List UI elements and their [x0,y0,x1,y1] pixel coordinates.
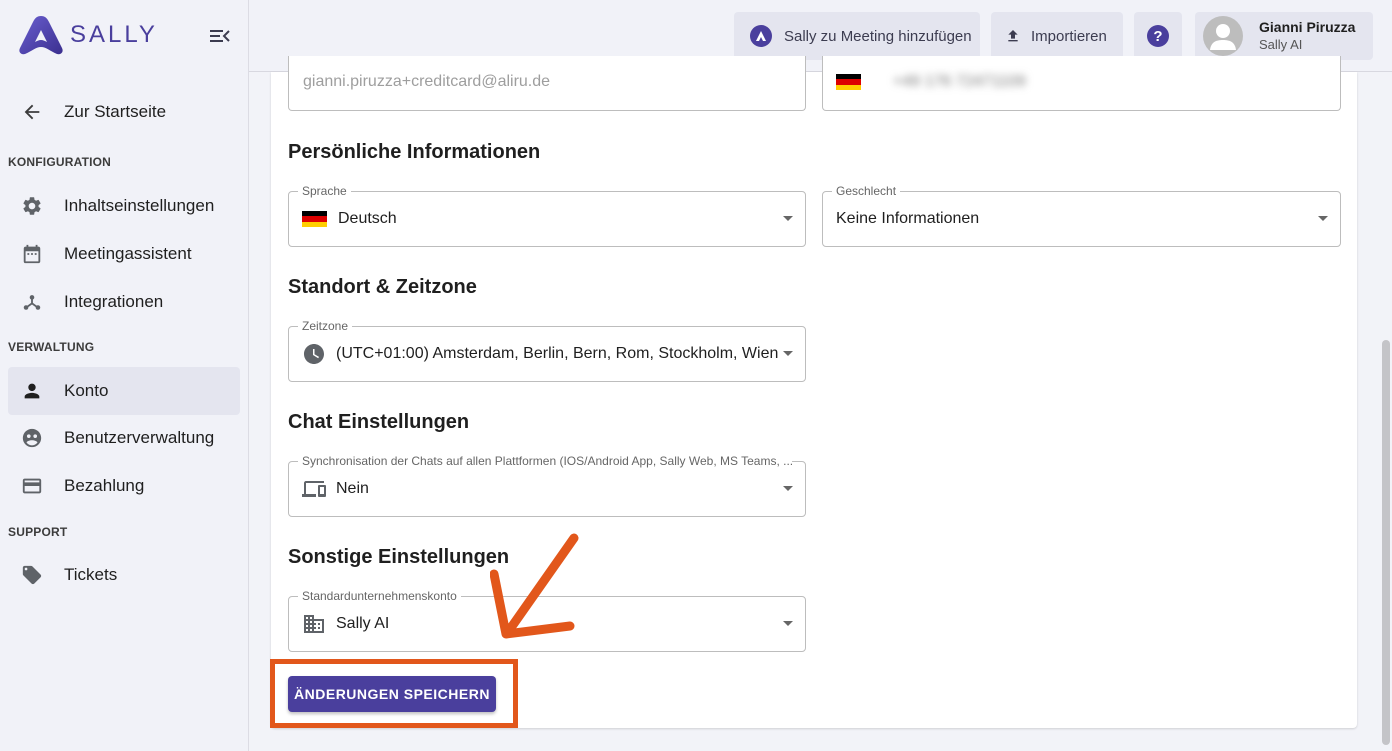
chat-sync-label: Synchronisation der Chats auf allen Plat… [298,454,792,468]
tag-icon [8,564,56,586]
sidebar-item-integrationen[interactable]: Integrationen [8,279,240,325]
sidebar-item-label: Tickets [64,565,118,584]
arrow-back-icon [8,101,56,123]
add-to-meeting-button[interactable]: Sally zu Meeting hinzufügen [734,12,980,60]
language-value: Deutsch [338,210,397,227]
dropdown-arrow-icon [1318,216,1328,221]
back-to-home-link[interactable]: Zur Startseite [8,89,240,135]
person-icon [8,380,56,402]
sidebar-item-label: Benutzerverwaltung [64,428,215,447]
import-button[interactable]: Importieren [991,12,1123,60]
chat-sync-value: Nein [336,480,369,497]
dropdown-arrow-icon [783,351,793,356]
sidebar-item-konto[interactable]: Konto [8,367,240,415]
language-label: Sprache [298,184,351,198]
clock-icon [302,342,326,366]
timezone-value: (UTC+01:00) Amsterdam, Berlin, Bern, Rom… [336,345,779,362]
phone-field[interactable]: +49 176 72471109 [822,56,1341,111]
section-support: SUPPORT [8,525,68,539]
sidebar-item-label: Inhaltseinstellungen [64,196,215,215]
default-company-account-value: Sally AI [336,615,390,632]
sally-badge-icon [750,25,772,47]
sidebar-item-label: Konto [64,381,109,400]
highlight-box [270,659,518,728]
sidebar-item-tickets[interactable]: Tickets [8,552,240,598]
user-name: Gianni Piruzza [1259,19,1356,36]
sidebar-item-label: Integrationen [64,292,164,311]
dropdown-arrow-icon [783,486,793,491]
timezone-label: Zeitzone [298,319,353,333]
section-title-personal: Persönliche Informationen [288,141,541,163]
section-verwaltung: VERWALTUNG [8,340,95,354]
sidebar: SALLY Zur Startseite KONFIGURATION Inhal… [0,0,249,751]
email-value: gianni.piruzza+creditcard@aliru.de [303,73,551,90]
language-select[interactable]: Sprache Deutsch [288,184,806,247]
dropdown-arrow-icon [783,621,793,626]
import-label: Importieren [1031,27,1107,45]
scrollbar-thumb[interactable] [1382,340,1390,745]
devices-icon [302,477,326,501]
user-menu[interactable]: Gianni Piruzza Sally AI [1195,12,1373,60]
default-company-account-label: Standardunternehmenskonto [298,589,461,603]
gender-select[interactable]: Geschlecht Keine Informationen [822,184,1341,247]
calendar-icon [8,243,56,265]
sidebar-item-bezahlung[interactable]: Bezahlung [8,463,240,509]
back-label: Zur Startseite [64,102,167,121]
help-icon: ? [1147,25,1169,47]
credit-card-icon [8,475,56,497]
german-flag-icon [302,211,327,228]
email-field[interactable]: gianni.piruzza+creditcard@aliru.de [288,56,806,111]
sidebar-item-meetingassistent[interactable]: Meetingassistent [8,231,240,277]
upload-icon [1005,28,1021,44]
section-title-location: Standort & Zeitzone [288,276,477,298]
sidebar-item-label: Bezahlung [64,476,145,495]
avatar-person-icon [1210,24,1236,50]
logo[interactable]: SALLY [18,14,158,56]
annotation-arrow-icon [490,533,579,639]
gender-label: Geschlecht [832,184,901,198]
section-title-chat: Chat Einstellungen [288,411,470,433]
collapse-menu-button[interactable] [206,24,234,48]
add-to-meeting-label: Sally zu Meeting hinzufügen [784,27,972,45]
hub-icon [8,291,56,313]
sidebar-item-benutzerverwaltung[interactable]: Benutzerverwaltung [8,415,240,461]
avatar [1203,16,1243,56]
phone-value: +49 176 72471109 [893,73,1026,90]
sidebar-item-label: Meetingassistent [64,244,192,263]
logo-text: SALLY [70,21,158,48]
gender-value: Keine Informationen [836,210,980,227]
section-title-other: Sonstige Einstellungen [288,546,510,568]
sidebar-item-inhaltseinstellungen[interactable]: Inhaltseinstellungen [8,183,240,229]
german-flag-icon [836,74,861,91]
menu-collapse-icon [210,30,230,42]
section-konfiguration: KONFIGURATION [8,155,112,169]
sally-logo-icon [19,16,63,55]
user-org: Sally AI [1259,36,1303,52]
dropdown-arrow-icon [783,216,793,221]
gear-icon [8,195,56,217]
building-icon [302,612,326,636]
timezone-select[interactable]: Zeitzone (UTC+01:00) Amsterdam, Berlin, … [288,319,806,382]
group-icon [8,427,56,449]
help-button[interactable]: ? [1134,12,1182,60]
chat-sync-select[interactable]: Synchronisation der Chats auf allen Plat… [288,454,806,517]
